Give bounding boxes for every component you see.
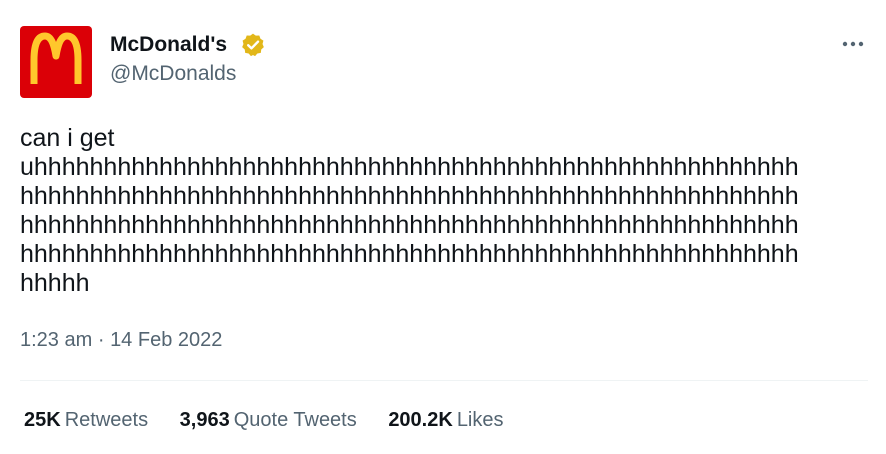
tweet-date: 14 Feb 2022	[110, 329, 223, 351]
likes-stat[interactable]: 200.2K Likes	[388, 406, 503, 434]
avatar[interactable]	[20, 26, 92, 98]
tweet-time-link[interactable]: 1:23 am · 14 Feb 2022	[20, 329, 222, 351]
tweet-card: McDonald's @McDonalds can i get uhhhhhhh…	[0, 0, 886, 454]
quote-tweets-count: 3,963	[179, 409, 230, 431]
divider	[20, 380, 868, 381]
more-options-icon[interactable]	[838, 36, 868, 52]
likes-count: 200.2K	[388, 409, 453, 431]
retweets-stat[interactable]: 25K Retweets	[24, 406, 148, 434]
golden-arches-logo-icon	[30, 32, 82, 84]
retweets-label: Retweets	[64, 409, 149, 431]
retweets-count: 25K	[24, 409, 61, 431]
verified-badge-icon	[242, 33, 264, 57]
tweet-text: can i get uhhhhhhhhhhhhhhhhhhhhhhhhhhhhh…	[20, 124, 799, 297]
timestamp-separator: ·	[97, 329, 105, 351]
tweet-timestamp: 1:23 am · 14 Feb 2022	[20, 328, 222, 352]
engagement-stats: 25K Retweets 3,963 Quote Tweets 200.2K Like…	[24, 406, 530, 434]
likes-label: Likes	[456, 409, 504, 431]
account-handle[interactable]: @McDonalds	[110, 62, 236, 86]
quote-tweets-label: Quote Tweets	[233, 409, 357, 431]
tweet-time: 1:23 am	[20, 329, 93, 351]
display-name[interactable]: McDonald's	[110, 33, 227, 57]
quote-tweets-stat[interactable]: 3,963 Quote Tweets	[180, 406, 357, 434]
